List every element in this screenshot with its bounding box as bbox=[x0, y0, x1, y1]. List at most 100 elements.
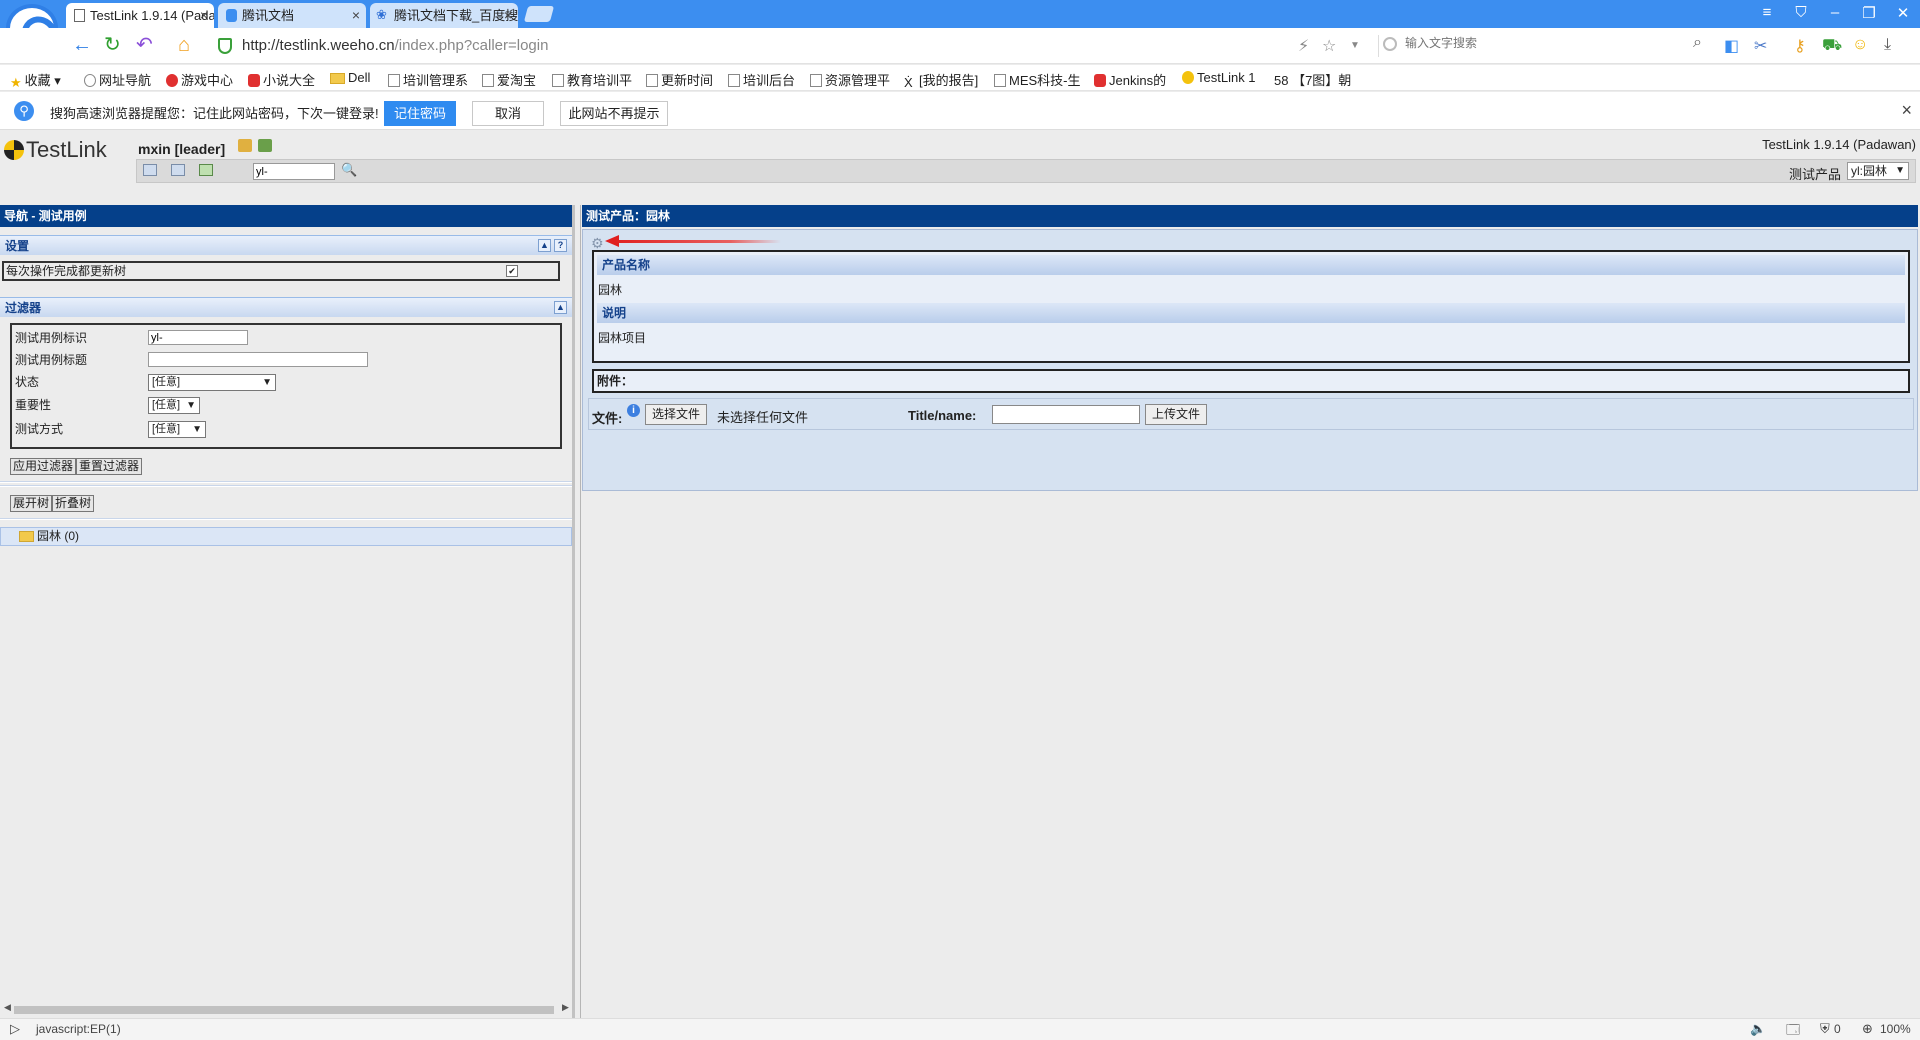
close-window-button[interactable]: ✕ bbox=[1892, 4, 1914, 22]
undo-icon[interactable]: ↶ bbox=[136, 35, 153, 55]
collapse-icon[interactable]: ▲ bbox=[554, 301, 567, 314]
importance-filter-select[interactable]: [任意] ▼ bbox=[148, 397, 200, 414]
testlink-logo[interactable]: TestLink bbox=[4, 137, 107, 163]
key-icon[interactable]: ⚷ bbox=[1794, 36, 1806, 56]
bookmark-novels[interactable]: 小说大全 bbox=[248, 70, 315, 89]
info-icon[interactable]: i bbox=[627, 404, 640, 417]
skin-icon[interactable]: ⛉ bbox=[1790, 4, 1812, 21]
volume-icon[interactable]: 🔈 bbox=[1750, 1021, 1766, 1037]
back-arrow-icon[interactable]: ← bbox=[72, 35, 92, 55]
translate-icon[interactable]: ◧ bbox=[1724, 36, 1739, 56]
choose-file-button[interactable]: 选择文件 bbox=[645, 404, 708, 425]
refresh-icon[interactable]: ↻ bbox=[104, 35, 121, 55]
tree-node-root[interactable]: 园林 (0) bbox=[0, 527, 572, 546]
bookmark-dell[interactable]: Dell bbox=[330, 70, 370, 85]
smile-icon[interactable]: ☺ bbox=[1852, 36, 1868, 54]
bookmark-my-report[interactable]: Ẋ [我的报告] bbox=[904, 70, 978, 90]
cancel-button[interactable]: 取消 bbox=[472, 101, 544, 126]
minimize-button[interactable]: – bbox=[1824, 4, 1846, 21]
tab-close-icon[interactable]: × bbox=[352, 3, 360, 28]
title-name-label: Title/name: bbox=[908, 408, 977, 423]
collapse-icon[interactable]: ▲ bbox=[538, 239, 551, 252]
bookmark-training-mgmt[interactable]: 培训管理系 bbox=[388, 70, 468, 89]
search-input[interactable] bbox=[1405, 36, 1665, 50]
reset-filter-button[interactable]: 重置过滤器 bbox=[76, 458, 143, 475]
horizontal-scrollbar[interactable]: ◀ ▶ bbox=[0, 1002, 572, 1016]
search-icon[interactable]: ⌕ bbox=[1693, 34, 1702, 52]
settings-section-title[interactable]: 设置 ▲ ? bbox=[0, 235, 572, 255]
tab-baidu-search[interactable]: ❀ 腾讯文档下载_百度搜索 × bbox=[370, 3, 518, 28]
restore-button[interactable]: ❐ bbox=[1858, 4, 1880, 22]
lock-icon[interactable]: 🗔 bbox=[1786, 1021, 1800, 1040]
tc-title-filter-input[interactable] bbox=[148, 352, 368, 367]
upload-file-button[interactable]: 上传文件 bbox=[1145, 404, 1208, 425]
scroll-left-icon[interactable]: ◀ bbox=[4, 1002, 11, 1013]
test-product-select[interactable]: yl:园林 ▼ bbox=[1847, 162, 1909, 180]
tab-testlink[interactable]: TestLink 1.9.14 (Padaw × bbox=[66, 3, 214, 28]
bookmark-education[interactable]: 教育培训平 bbox=[552, 70, 632, 89]
bookmark-nav[interactable]: 网址导航 bbox=[84, 70, 151, 89]
zoom-level[interactable]: 100% bbox=[1880, 1022, 1911, 1036]
menu-icon[interactable]: ≡ bbox=[1756, 4, 1778, 21]
bookmark-58[interactable]: 58 【7图】朝 bbox=[1274, 70, 1351, 89]
sidebar-toggle-icon[interactable]: ▷ bbox=[10, 1021, 20, 1037]
bookmark-resource-mgmt[interactable]: 资源管理平 bbox=[810, 70, 890, 89]
page-icon bbox=[552, 74, 564, 87]
title-name-input[interactable] bbox=[992, 405, 1140, 424]
remember-password-button[interactable]: 记住密码 bbox=[384, 101, 456, 126]
chevron-down-icon[interactable]: ▼ bbox=[1350, 40, 1360, 51]
favorite-star-icon[interactable]: ☆ bbox=[1322, 36, 1336, 56]
game-icon[interactable]: ⛟ bbox=[1822, 36, 1842, 56]
download-icon[interactable]: ⤓ bbox=[1884, 36, 1891, 54]
tools-icon[interactable]: ✂ bbox=[1754, 36, 1767, 56]
new-tab-button[interactable] bbox=[523, 6, 555, 22]
bookmark-aitaobao[interactable]: 爱淘宝 bbox=[482, 70, 536, 89]
lightning-icon[interactable]: ⚡ bbox=[1298, 36, 1309, 56]
close-icon[interactable]: × bbox=[1901, 100, 1912, 121]
help-icon[interactable]: ? bbox=[554, 239, 567, 252]
bookmark-update-time[interactable]: 更新时间 bbox=[646, 70, 713, 89]
sogou-search-icon bbox=[1383, 37, 1397, 51]
never-remind-button[interactable]: 此网站不再提示 bbox=[560, 101, 668, 126]
scroll-right-icon[interactable]: ▶ bbox=[562, 1002, 569, 1013]
bookmark-training-admin[interactable]: 培训后台 bbox=[728, 70, 795, 89]
tc-id-filter-input[interactable] bbox=[148, 330, 248, 345]
browser-search: ⌕ bbox=[1378, 34, 1708, 57]
bookmark-jenkins[interactable]: Jenkins的 bbox=[1094, 70, 1166, 89]
home-icon[interactable]: ⌂ bbox=[178, 35, 190, 55]
bookmark-favorites[interactable]: ★ 收藏 ▾ bbox=[10, 70, 61, 91]
bookmark-testlink[interactable]: TestLink 1 bbox=[1182, 70, 1256, 85]
tab-tencent-docs[interactable]: 腾讯文档 × bbox=[218, 3, 366, 28]
apply-filter-button[interactable]: 应用过滤器 bbox=[10, 458, 77, 475]
upload-row: 文件: i 选择文件 未选择任何文件 Title/name: 上传文件 bbox=[588, 398, 1914, 430]
url-host: http://testlink.weeho.cn bbox=[242, 37, 395, 54]
user-account-icon[interactable] bbox=[238, 139, 252, 152]
url-field[interactable]: http://testlink.weeho.cn/index.php?calle… bbox=[242, 37, 548, 54]
tab-close-icon[interactable]: × bbox=[504, 3, 512, 28]
collapse-tree-button[interactable]: 折叠树 bbox=[52, 495, 95, 512]
expand-tree-button[interactable]: 展开树 bbox=[10, 495, 53, 512]
testcase-search-input[interactable] bbox=[253, 163, 335, 180]
bookmark-games[interactable]: 游戏中心 bbox=[166, 70, 233, 89]
scrollbar-thumb[interactable] bbox=[14, 1006, 554, 1014]
tab-label: TestLink 1.9.14 (Padaw bbox=[90, 8, 214, 23]
chevron-down-icon: ▼ bbox=[186, 400, 196, 411]
requirements-icon[interactable] bbox=[171, 164, 185, 176]
refresh-tree-checkbox[interactable]: ✔ bbox=[506, 265, 518, 277]
execution-type-filter-select[interactable]: [任意] ▼ bbox=[148, 421, 206, 438]
product-info-box: 产品名称 园林 说明 园林项目 bbox=[592, 250, 1910, 363]
secure-shield-icon bbox=[218, 38, 232, 54]
search-icon[interactable]: 🔍 bbox=[341, 162, 357, 178]
logout-icon[interactable] bbox=[258, 139, 272, 152]
refresh-tree-option-label: 每次操作完成都更新树 bbox=[6, 264, 127, 278]
desktop-icon[interactable] bbox=[143, 164, 157, 176]
bookmark-mes[interactable]: MES科技-生 bbox=[994, 70, 1081, 89]
shield-icon[interactable]: ⛨ bbox=[1820, 1021, 1830, 1037]
tab-close-icon[interactable]: × bbox=[200, 3, 208, 28]
test-specification-icon[interactable] bbox=[199, 164, 213, 176]
red-arrow-annotation-line bbox=[613, 240, 781, 243]
zoom-icon[interactable]: ⊕ bbox=[1862, 1021, 1873, 1037]
status-filter-select[interactable]: [任意] ▼ bbox=[148, 374, 276, 391]
filter-section-title[interactable]: 过滤器 ▲ bbox=[0, 297, 572, 317]
report-icon: Ẋ bbox=[904, 75, 916, 90]
